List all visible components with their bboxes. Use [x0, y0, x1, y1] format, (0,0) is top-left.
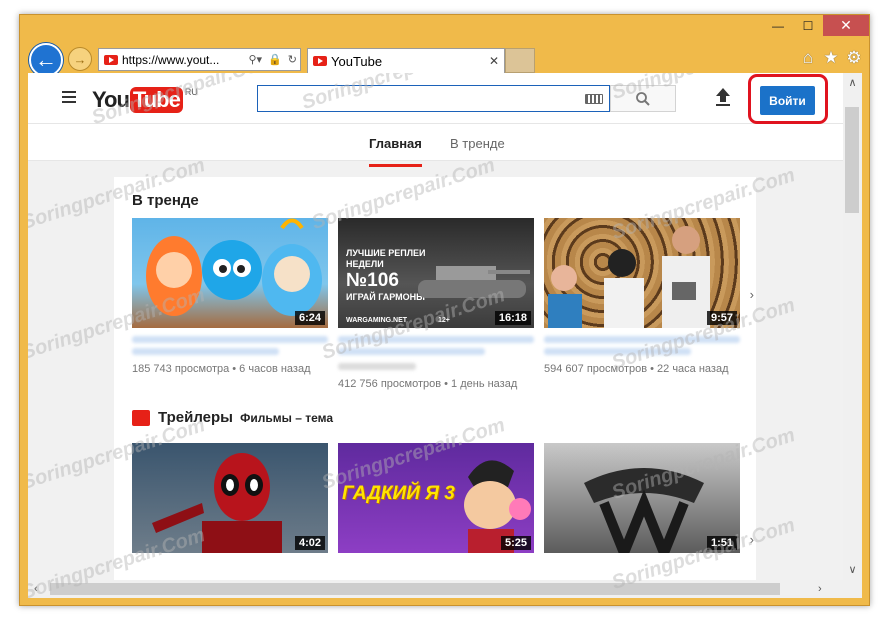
video-duration: 6:24 — [294, 311, 325, 325]
search-button[interactable] — [610, 85, 676, 112]
video-card[interactable]: 9:57 594 607 просмотров • 22 часа назад — [544, 218, 740, 375]
next-arrow-icon[interactable]: › — [750, 287, 754, 302]
video-card[interactable]: 1:51 — [544, 443, 740, 553]
page-viewport: You Tube RU Войти Главная В тренде В тре… — [28, 73, 862, 598]
logo-region: RU — [184, 87, 198, 97]
close-button[interactable]: ✕ — [823, 15, 869, 36]
section-title-trailers: Трейлеры Фильмы – тема — [158, 409, 333, 426]
video-card[interactable]: 4:02 — [132, 443, 328, 553]
video-thumbnail[interactable]: 6:24 — [132, 218, 328, 328]
back-button[interactable]: ← — [29, 43, 63, 77]
thumb-text: ИГРАЙ ГАРМОНЫ — [346, 292, 425, 302]
menu-icon[interactable] — [62, 91, 76, 106]
trailers-subtitle: Фильмы – тема — [240, 411, 334, 425]
section-title-trending: В тренде — [132, 192, 199, 209]
video-card[interactable]: ЛУЧШИЕ РЕПЛЕИ НЕДЕЛИ №106 ИГРАЙ ГАРМОНЫ … — [338, 218, 534, 390]
video-title-blurred[interactable] — [544, 348, 691, 355]
next-arrow-icon[interactable]: › — [750, 532, 754, 547]
search-icon — [636, 91, 650, 106]
horizontal-scroll-thumb[interactable] — [50, 583, 780, 595]
favorites-star-icon[interactable]: ★ — [822, 48, 840, 68]
upload-icon[interactable] — [714, 87, 732, 107]
trailers-title: Трейлеры — [158, 409, 233, 426]
video-meta: 185 743 просмотра • 6 часов назад — [132, 363, 311, 375]
video-title-blurred[interactable] — [132, 336, 328, 343]
maximize-button[interactable]: ☐ — [793, 15, 823, 36]
feed: В тренде 6:24 185 743 просмотра • 6 часо… — [114, 177, 756, 597]
browser-tools: ⌂ ★ ⚙ — [799, 48, 863, 68]
film-icon — [132, 410, 150, 426]
youtube-favicon-icon — [104, 54, 118, 65]
thumb-text: 12+ — [438, 317, 450, 324]
tab-trending[interactable]: В тренде — [450, 136, 505, 151]
browser-tab[interactable]: YouTube ✕ — [307, 48, 505, 73]
tab-home[interactable]: Главная — [369, 136, 422, 167]
video-meta: 412 756 просмотров • 1 день назад — [338, 378, 518, 390]
signin-button[interactable]: Войти — [760, 86, 815, 115]
video-title-blurred[interactable] — [338, 348, 485, 355]
thumb-text: WARGAMING.NET — [346, 317, 408, 324]
video-thumbnail[interactable]: 9:57 — [544, 218, 740, 328]
tank-image — [418, 266, 530, 298]
youtube-favicon-icon — [313, 56, 327, 66]
scroll-down-icon[interactable]: ∨ — [843, 560, 862, 580]
logo-you-text: You — [92, 87, 130, 112]
logo-tube-text: Tube — [129, 87, 183, 113]
horizontal-scrollbar[interactable]: ‹ › — [28, 580, 862, 598]
browser-window: — ☐ ✕ ← → https://www.yout... ⚲▾ 🔒 ↻ You… — [19, 14, 870, 606]
tab-title: YouTube — [331, 53, 383, 69]
youtube-tabs: Главная В тренде — [28, 124, 843, 167]
video-meta: 594 607 просмотров • 22 часа назад — [544, 363, 729, 375]
youtube-masthead: You Tube RU Войти — [28, 73, 843, 124]
scroll-left-icon[interactable]: ‹ — [34, 580, 38, 598]
keyboard-icon[interactable] — [585, 94, 603, 104]
video-title-blurred[interactable] — [338, 336, 534, 343]
arrow-right-icon: → — [73, 51, 87, 67]
address-url[interactable]: https://www.yout... — [122, 53, 246, 67]
video-thumbnail[interactable]: ЛУЧШИЕ РЕПЛЕИ НЕДЕЛИ №106 ИГРАЙ ГАРМОНЫ … — [338, 218, 534, 328]
scroll-right-icon[interactable]: › — [818, 580, 822, 598]
thumb-text: ГАДКИЙ Я 3 — [342, 483, 455, 504]
vertical-scroll-thumb[interactable] — [845, 107, 859, 213]
tab-close-icon[interactable]: ✕ — [484, 54, 504, 68]
address-bar[interactable]: https://www.yout... ⚲▾ 🔒 ↻ — [98, 48, 301, 71]
video-card[interactable]: 6:24 185 743 просмотра • 6 часов назад — [132, 218, 328, 375]
thumb-text: НЕДЕЛИ — [346, 259, 384, 269]
video-duration: 9:57 — [706, 311, 737, 325]
vertical-scrollbar[interactable]: ∧ ∨ — [843, 73, 862, 580]
video-card[interactable]: ГАДКИЙ Я 3 5:25 — [338, 443, 534, 553]
video-thumbnail[interactable]: ГАДКИЙ Я 3 5:25 — [338, 443, 534, 553]
video-title-blurred[interactable] — [132, 348, 279, 355]
youtube-logo[interactable]: You Tube RU — [92, 87, 198, 113]
scroll-up-icon[interactable]: ∧ — [843, 73, 862, 93]
refresh-icon[interactable]: ↻ — [288, 53, 297, 66]
lock-icon[interactable]: 🔒 — [268, 53, 282, 66]
thumb-text: ЛУЧШИЕ РЕПЛЕИ — [346, 248, 426, 258]
arrow-left-icon: ← — [35, 47, 57, 72]
search-input[interactable] — [257, 85, 610, 112]
video-duration: 16:18 — [494, 311, 531, 325]
video-thumbnail[interactable]: 4:02 — [132, 443, 328, 553]
settings-gear-icon[interactable]: ⚙ — [845, 48, 863, 68]
thumb-text: №106 — [346, 270, 399, 291]
video-duration: 5:25 — [500, 536, 531, 550]
minimize-button[interactable]: — — [763, 15, 793, 36]
forward-button[interactable]: → — [68, 47, 92, 71]
search-dropdown-icon[interactable]: ⚲▾ — [249, 53, 263, 66]
channel-blurred[interactable] — [338, 363, 417, 370]
video-duration: 1:51 — [706, 536, 737, 550]
video-title-blurred[interactable] — [544, 336, 740, 343]
new-tab-button[interactable] — [505, 48, 535, 73]
window-controls: — ☐ ✕ — [763, 15, 869, 36]
video-duration: 4:02 — [294, 536, 325, 550]
video-thumbnail[interactable]: 1:51 — [544, 443, 740, 553]
home-icon[interactable]: ⌂ — [799, 48, 817, 68]
